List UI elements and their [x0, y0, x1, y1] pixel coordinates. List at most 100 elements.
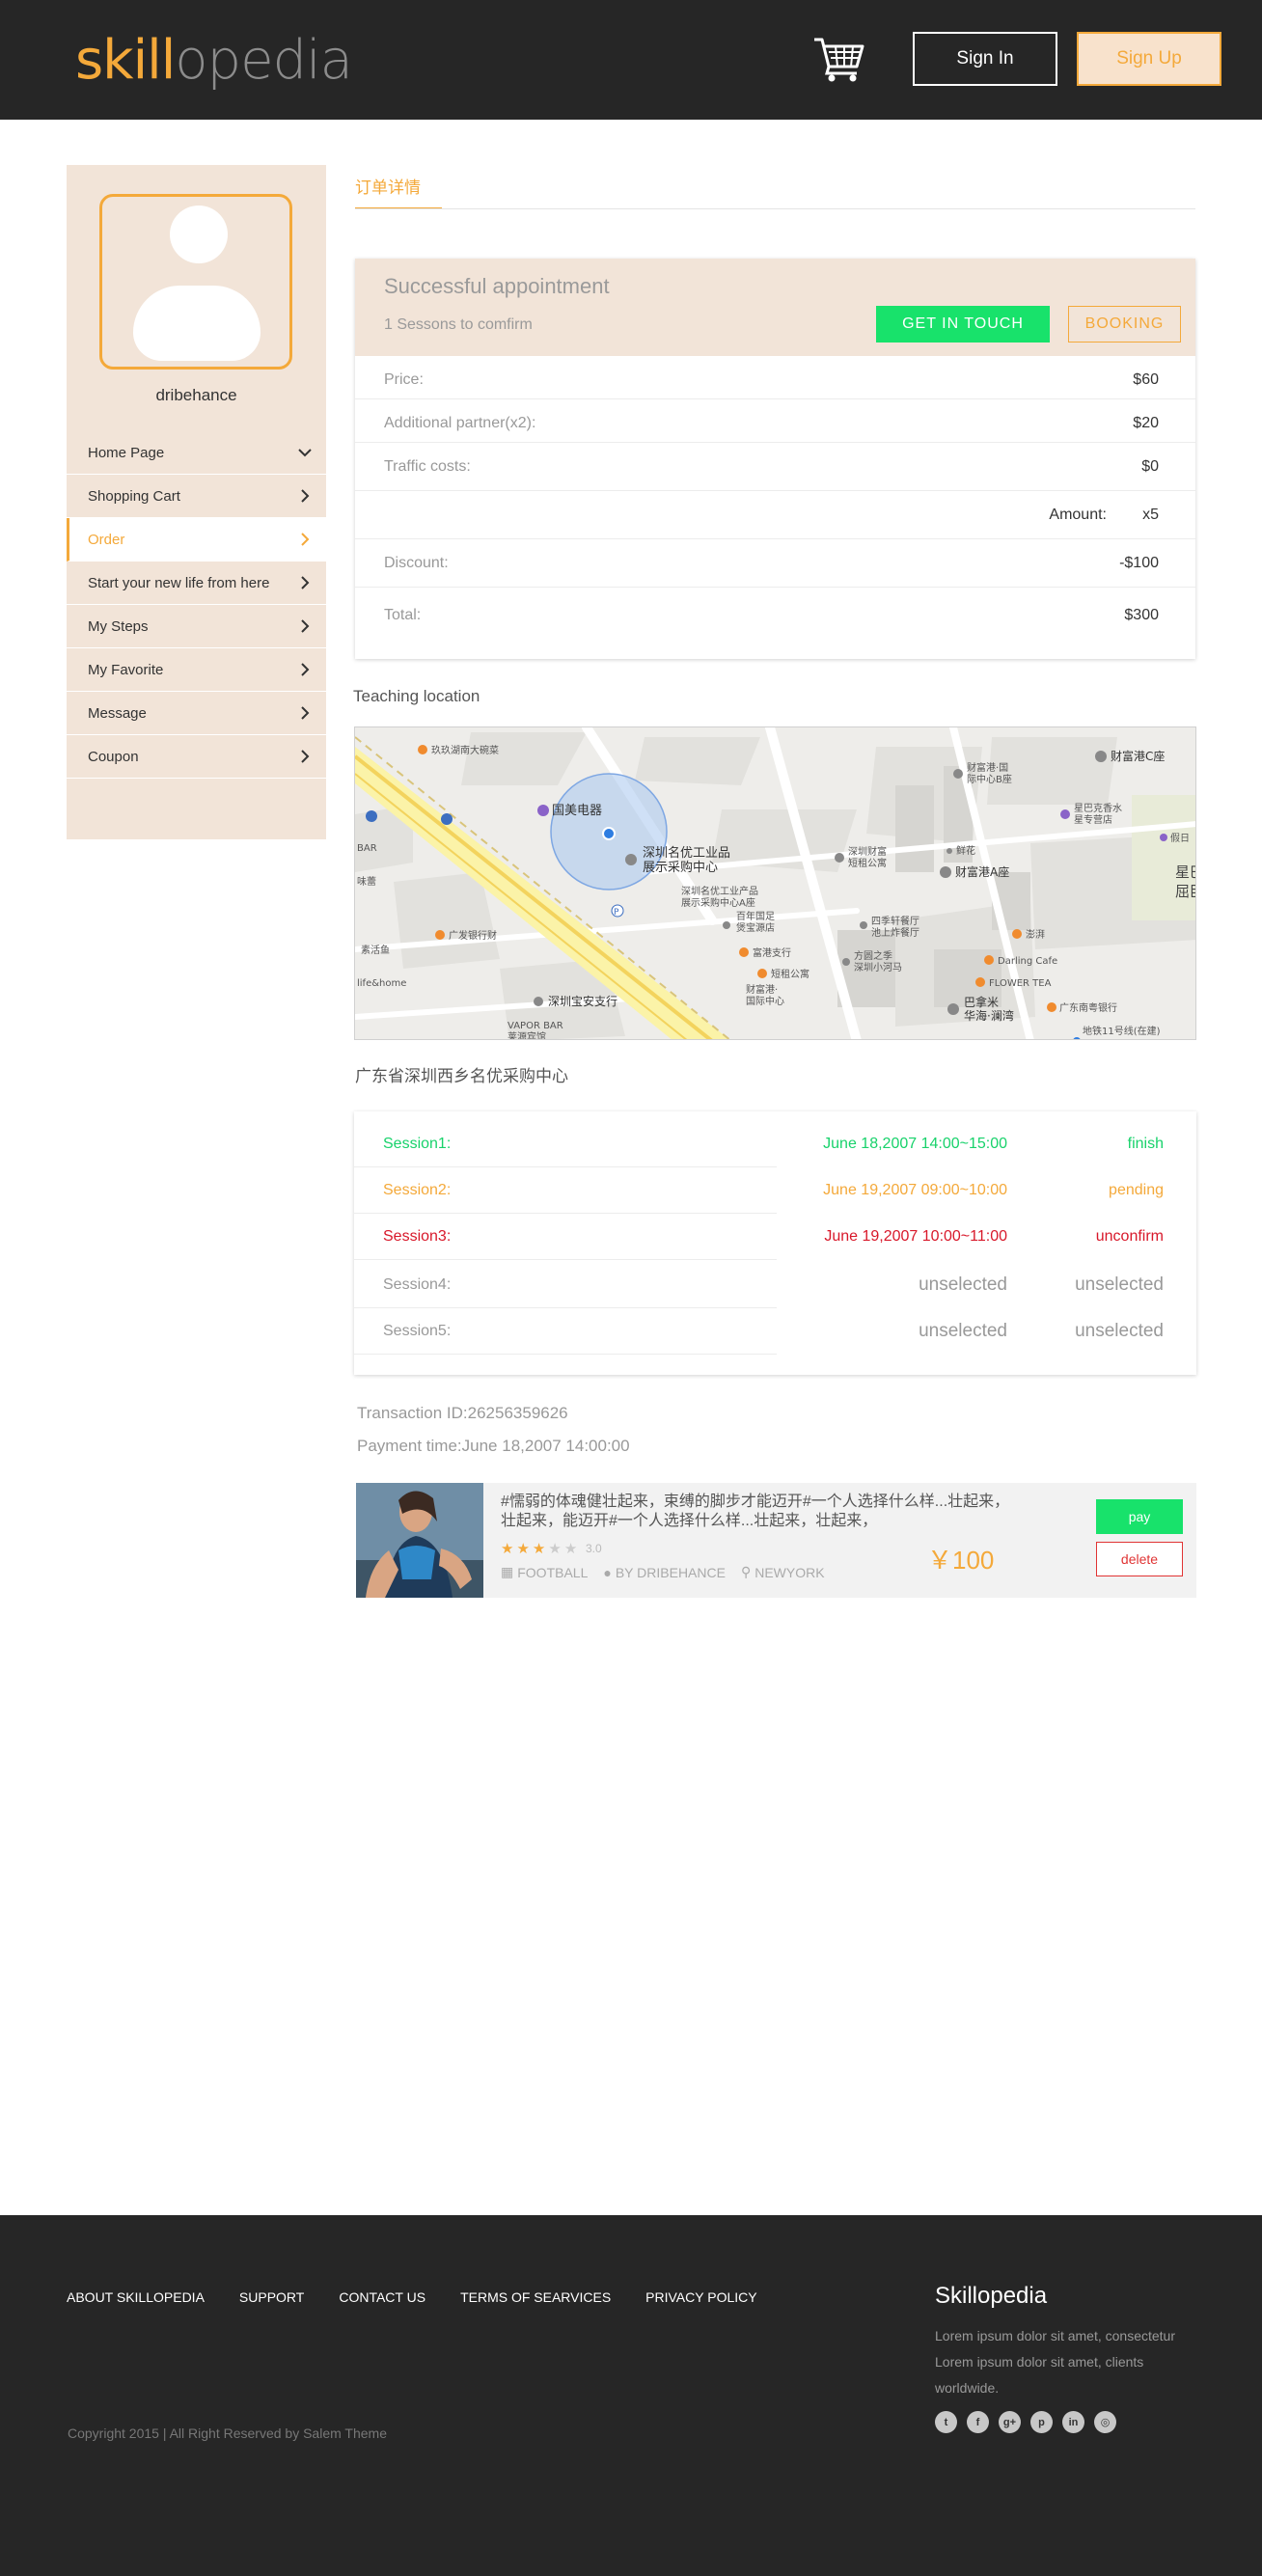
chevron-down-icon: [298, 449, 312, 457]
session-name: Session1:: [383, 1136, 452, 1152]
map-poi-label: 方圆之季: [854, 949, 892, 962]
product-category[interactable]: ▦ FOOTBALL: [501, 1564, 588, 1580]
footer-link-privacy[interactable]: PRIVACY POLICY: [645, 2289, 756, 2305]
category-label: FOOTBALL: [517, 1564, 589, 1580]
session-row[interactable]: Session2: June 19,2007 09:00~10:00 pendi…: [354, 1167, 1196, 1214]
sidebar-item-label: Message: [88, 704, 147, 722]
footer-link-terms[interactable]: TERMS OF SEARVICES: [460, 2289, 611, 2305]
map-poi-label: 际中心B座: [967, 773, 1012, 785]
map-poi-label: 财富港·国: [967, 761, 1008, 774]
sidebar-item-home-page[interactable]: Home Page: [67, 431, 326, 475]
sidebar-nav: Home Page Shopping Cart Order Start your…: [67, 431, 326, 779]
fee-row-amount: Amount: x5: [355, 491, 1195, 539]
pinterest-icon[interactable]: p: [1030, 2411, 1053, 2433]
sign-in-button[interactable]: Sign In: [913, 32, 1057, 86]
map-poi-label: 莱源宾馆: [508, 1030, 546, 1040]
session-row[interactable]: Session5: unselected unselected: [354, 1308, 1196, 1355]
star-empty-icon: ★: [548, 1541, 564, 1557]
session-time: unselected: [919, 1274, 1007, 1295]
star-filled-icon: ★: [516, 1541, 533, 1557]
product-image[interactable]: [356, 1483, 483, 1598]
sidebar-item-order[interactable]: Order: [67, 518, 326, 562]
sidebar-item-label: Shopping Cart: [88, 487, 180, 505]
session-row[interactable]: Session4: unselected unselected: [354, 1262, 1196, 1308]
avatar[interactable]: [99, 194, 292, 370]
chevron-right-icon: [301, 533, 310, 546]
map-poi-label: 四季轩餐厅: [871, 915, 919, 927]
fee-row-discount: Discount: -$100: [355, 539, 1195, 588]
sign-up-button[interactable]: Sign Up: [1077, 32, 1221, 86]
fee-label: Additional partner(x2):: [384, 415, 536, 431]
sidebar-item-my-steps[interactable]: My Steps: [67, 605, 326, 648]
appointment-title: Successful appointment: [384, 274, 610, 298]
chevron-right-icon: [301, 576, 310, 589]
sidebar-item-label: Start your new life from here: [88, 574, 270, 591]
footer-link-support[interactable]: SUPPORT: [239, 2289, 304, 2305]
chevron-right-icon: [301, 489, 310, 503]
map-poi-label: 巴拿米: [964, 995, 999, 1009]
sidebar-item-message[interactable]: Message: [67, 692, 326, 735]
map-poi-label: 深圳小河马: [854, 962, 902, 973]
session-name: Session2:: [383, 1182, 452, 1198]
product-location[interactable]: ⚲ NEWYORK: [741, 1564, 825, 1580]
session-name: Session5:: [383, 1323, 452, 1339]
fee-row-price: Price: $60: [355, 356, 1195, 399]
transaction-id: Transaction ID:26256359626: [357, 1404, 568, 1422]
map-poi-label: 财富港·: [746, 983, 778, 996]
user-icon: ●: [603, 1564, 612, 1580]
session-status: unselected: [1075, 1274, 1164, 1295]
fee-value: x5: [1142, 507, 1159, 523]
header: skillopedia Sign In Sign Up: [0, 0, 1262, 120]
footer-link-about[interactable]: ABOUT SKILLOPEDIA: [67, 2289, 205, 2305]
facebook-icon[interactable]: f: [967, 2411, 989, 2433]
sidebar-item-coupon[interactable]: Coupon: [67, 735, 326, 779]
delete-button[interactable]: delete: [1096, 1542, 1183, 1576]
map-poi-label: 池上炸餐厅: [871, 926, 919, 939]
shopping-cart-icon[interactable]: [812, 35, 864, 83]
map-poi-label: 味蕾: [357, 875, 376, 888]
map-poi-label: VAPOR BAR: [508, 1021, 563, 1031]
map-canvas[interactable]: 玖玖湖南大碗菜 国美电器 深圳名优工业品 展示采购中心 财富港C座 财富港·国 …: [355, 727, 1196, 1040]
chevron-right-icon: [301, 619, 310, 633]
map-poi-label: 百年国足: [736, 910, 775, 922]
session-row[interactable]: Session3: June 19,2007 10:00~11:00 uncon…: [354, 1214, 1196, 1260]
dribbble-icon[interactable]: ◎: [1094, 2411, 1116, 2433]
sidebar-item-my-favorite[interactable]: My Favorite: [67, 648, 326, 692]
sidebar-item-label: My Steps: [88, 617, 149, 635]
map-poi-label: 屈臣氏深圳西: [1175, 883, 1196, 900]
fee-value: $20: [1133, 415, 1159, 431]
sidebar-item-start-new-life[interactable]: Start your new life from here: [67, 562, 326, 605]
map-poi-label: 华海·澜湾: [964, 1008, 1014, 1023]
twitter-icon[interactable]: t: [935, 2411, 957, 2433]
product-price: ￥100: [927, 1546, 995, 1575]
sidebar-item-shopping-cart[interactable]: Shopping Cart: [67, 475, 326, 518]
footer-nav: ABOUT SKILLOPEDIA SUPPORT CONTACT US TER…: [67, 2289, 757, 2305]
tab-order-details[interactable]: 订单详情: [355, 174, 442, 209]
pay-button[interactable]: pay: [1096, 1499, 1183, 1534]
chevron-right-icon: [301, 663, 310, 676]
session-row[interactable]: Session1: June 18,2007 14:00~15:00 finis…: [354, 1121, 1196, 1167]
map-poi-label: 财富港A座: [955, 864, 1009, 879]
order-product-item: #懦弱的体魂健壮起来，束缚的脚步才能迈开#一个人选择什么样...壮起来，壮起来，…: [356, 1483, 1196, 1598]
sessions-card: Session1: June 18,2007 14:00~15:00 finis…: [354, 1111, 1196, 1375]
rating-stars: ★★★★★: [501, 1540, 580, 1557]
footer: ABOUT SKILLOPEDIA SUPPORT CONTACT US TER…: [0, 2215, 1262, 2576]
get-in-touch-button[interactable]: GET IN TOUCH: [876, 306, 1050, 343]
linkedin-icon[interactable]: in: [1062, 2411, 1084, 2433]
google-plus-icon[interactable]: g+: [999, 2411, 1021, 2433]
fee-row-traffic: Traffic costs: $0: [355, 443, 1195, 491]
map-poi-label: 煲宝源店: [736, 921, 775, 934]
map-poi-label: BAR: [357, 843, 377, 854]
booking-button[interactable]: BOOKING: [1068, 306, 1181, 343]
location-map[interactable]: 玖玖湖南大碗菜 国美电器 深圳名优工业品 展示采购中心 财富港C座 财富港·国 …: [354, 726, 1196, 1040]
product-author[interactable]: ● BY DRIBEHANCE: [603, 1564, 726, 1580]
sidebar: dribehance Home Page Shopping Cart Order…: [67, 165, 326, 839]
footer-title: Skillopedia: [935, 2283, 1048, 2309]
product-description[interactable]: #懦弱的体魂健壮起来，束缚的脚步才能迈开#一个人选择什么样...壮起来，壮起来，…: [501, 1493, 1022, 1531]
map-poi-label: 财富港C座: [1111, 749, 1165, 763]
fee-row-partner: Additional partner(x2): $20: [355, 399, 1195, 443]
logo[interactable]: skillopedia: [75, 27, 353, 95]
svg-text:P: P: [614, 908, 619, 918]
star-empty-icon: ★: [563, 1541, 581, 1557]
footer-link-contact[interactable]: CONTACT US: [339, 2289, 425, 2305]
